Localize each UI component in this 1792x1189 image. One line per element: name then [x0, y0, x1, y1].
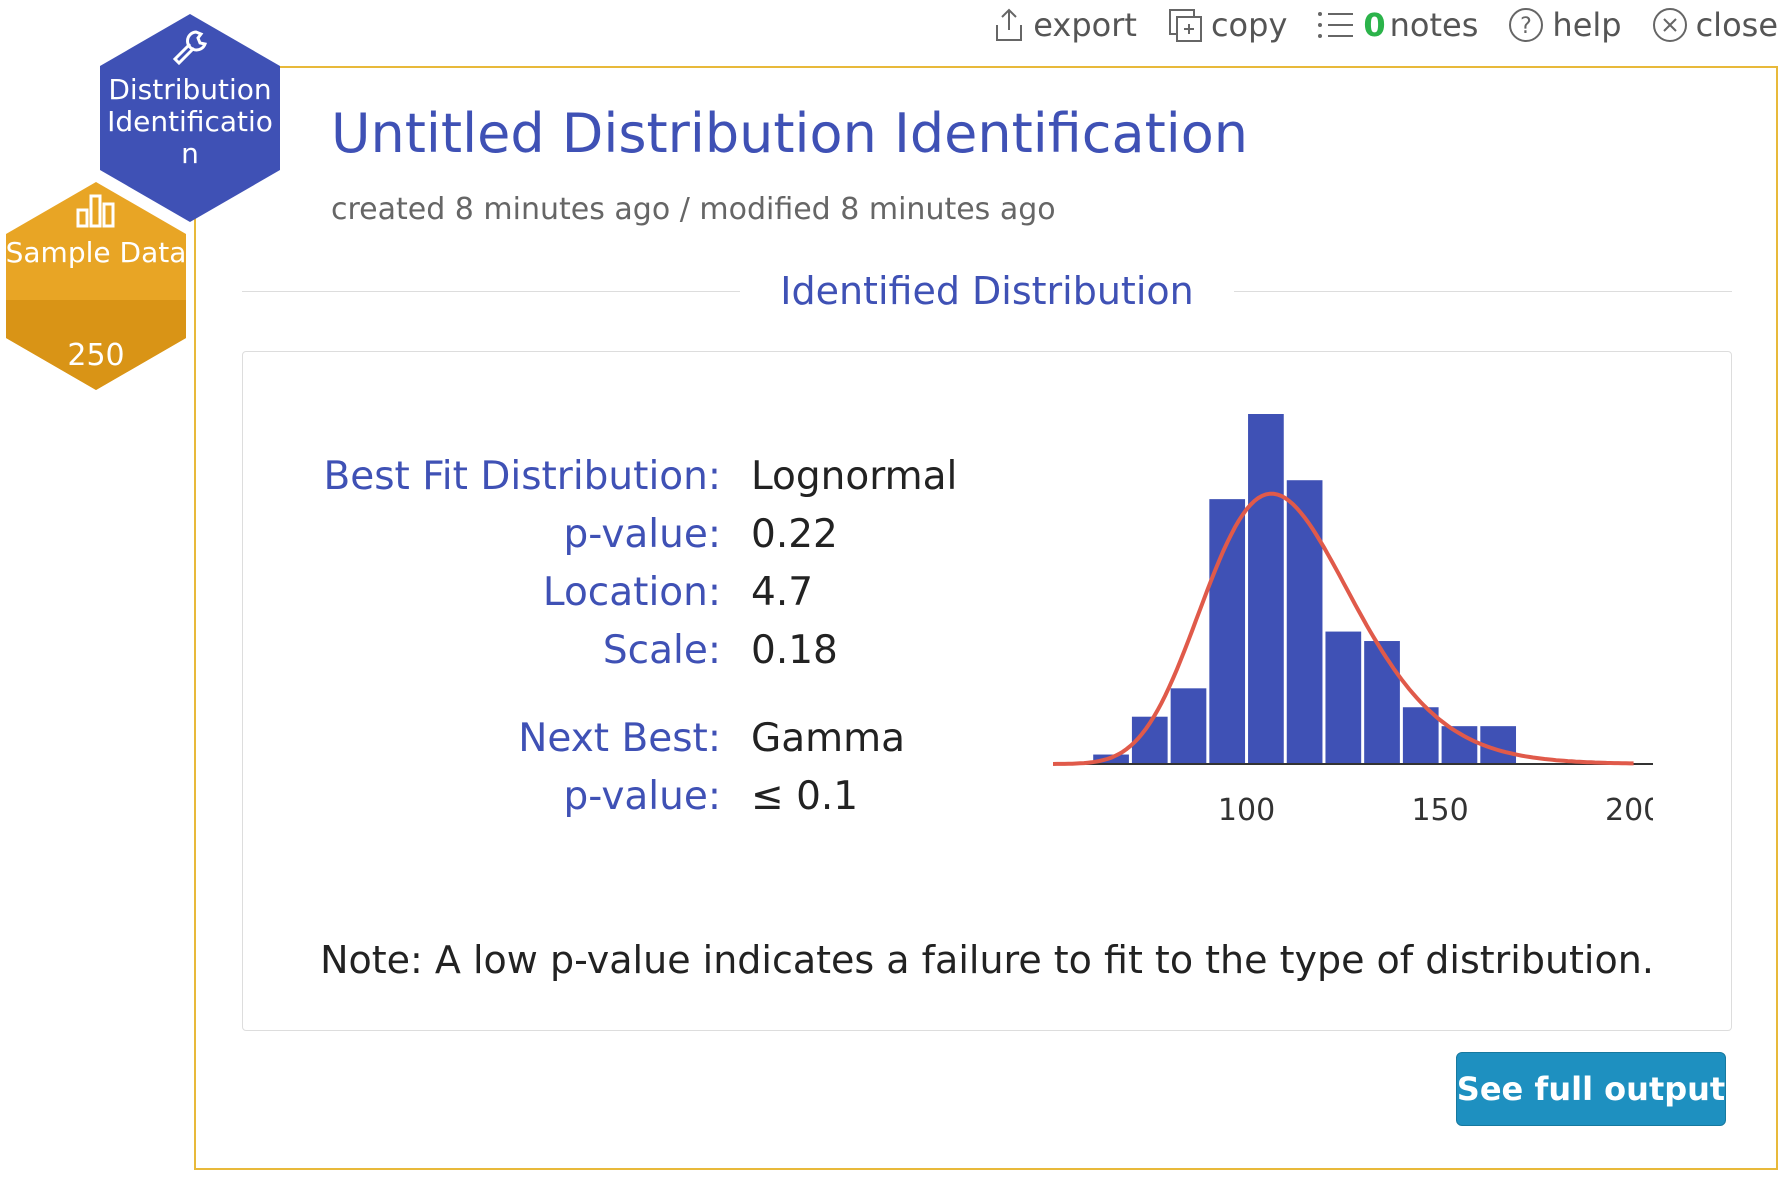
best-fit-row: Best Fit Distribution: Lognormal	[243, 454, 963, 512]
histogram-bar	[1286, 480, 1323, 764]
results-stats: Best Fit Distribution: Lognormal p-value…	[243, 454, 963, 832]
histogram-bar	[1248, 414, 1284, 764]
close-icon	[1652, 8, 1687, 42]
location-label: Location:	[542, 570, 721, 615]
best-fit-value: Lognormal	[751, 454, 958, 499]
page-meta: created 8 minutes ago / modified 8 minut…	[331, 192, 1056, 227]
list-icon	[1318, 12, 1354, 38]
copy-label: copy	[1210, 6, 1288, 44]
histogram-bar	[1364, 641, 1400, 764]
copy-icon	[1168, 9, 1202, 42]
sample-data-label: Sample Data	[5, 236, 187, 269]
histogram-chart: 100 150 200	[1053, 414, 1653, 828]
histogram-bar	[1325, 631, 1362, 764]
pvalue-label: p-value:	[563, 512, 721, 557]
export-label: export	[1033, 6, 1137, 44]
notes-label: notes	[1389, 6, 1479, 44]
x-tick-label: 100	[1218, 793, 1275, 828]
export-button[interactable]: export	[993, 6, 1137, 44]
next-best-label: Next Best:	[518, 716, 721, 761]
scale-value: 0.18	[751, 628, 838, 673]
location-row: Location: 4.7	[243, 570, 963, 628]
svg-text:?: ?	[1521, 14, 1533, 39]
pvalue-row: p-value: 0.22	[243, 512, 963, 570]
section-divider-right	[1233, 290, 1732, 292]
location-value: 4.7	[751, 570, 814, 615]
results-card: Best Fit Distribution: Lognormal p-value…	[242, 351, 1732, 1031]
notes-count: 0	[1363, 6, 1386, 44]
scale-row: Scale: 0.18	[243, 628, 963, 686]
section-divider-left	[242, 290, 741, 292]
histogram-bar	[1170, 688, 1207, 764]
x-tick-label: 200	[1605, 793, 1653, 828]
page-title[interactable]: Untitled Distribution Identification	[331, 102, 1248, 165]
distribution-identification-tile[interactable]: Distribution Identification	[98, 12, 282, 224]
help-icon: ?	[1509, 8, 1544, 42]
note-text: Note: A low p-value indicates a failure …	[320, 938, 1654, 982]
help-label: help	[1552, 6, 1622, 44]
see-full-output-button[interactable]: See full output	[1456, 1052, 1726, 1126]
help-button[interactable]: ? help	[1508, 6, 1622, 44]
next-best-value: Gamma	[751, 716, 906, 761]
export-icon	[996, 8, 1023, 41]
sample-data-count: 250	[67, 338, 125, 373]
top-toolbar: export copy 0 notes ? help close	[993, 6, 1778, 44]
scale-label: Scale:	[602, 628, 721, 673]
x-tick-label: 150	[1411, 793, 1468, 828]
section-title: Identified Distribution	[780, 269, 1194, 313]
best-fit-label: Best Fit Distribution:	[323, 454, 721, 499]
close-button[interactable]: close	[1652, 6, 1778, 44]
next-best-row: Next Best: Gamma	[243, 716, 963, 774]
distribution-identification-label: Distribution Identification	[107, 73, 273, 170]
wrench-icon	[172, 30, 207, 66]
next-pvalue-label: p-value:	[563, 774, 721, 819]
pvalue-value: 0.22	[751, 512, 838, 557]
next-pvalue-value: ≤ 0.1	[751, 774, 859, 819]
copy-button[interactable]: copy	[1167, 6, 1287, 44]
close-label: close	[1695, 6, 1778, 44]
notes-button[interactable]: 0 notes	[1317, 6, 1478, 44]
section-header: Identified Distribution	[242, 266, 1732, 316]
next-pvalue-row: p-value: ≤ 0.1	[243, 774, 963, 832]
main-panel: Untitled Distribution Identification cre…	[194, 66, 1778, 1170]
